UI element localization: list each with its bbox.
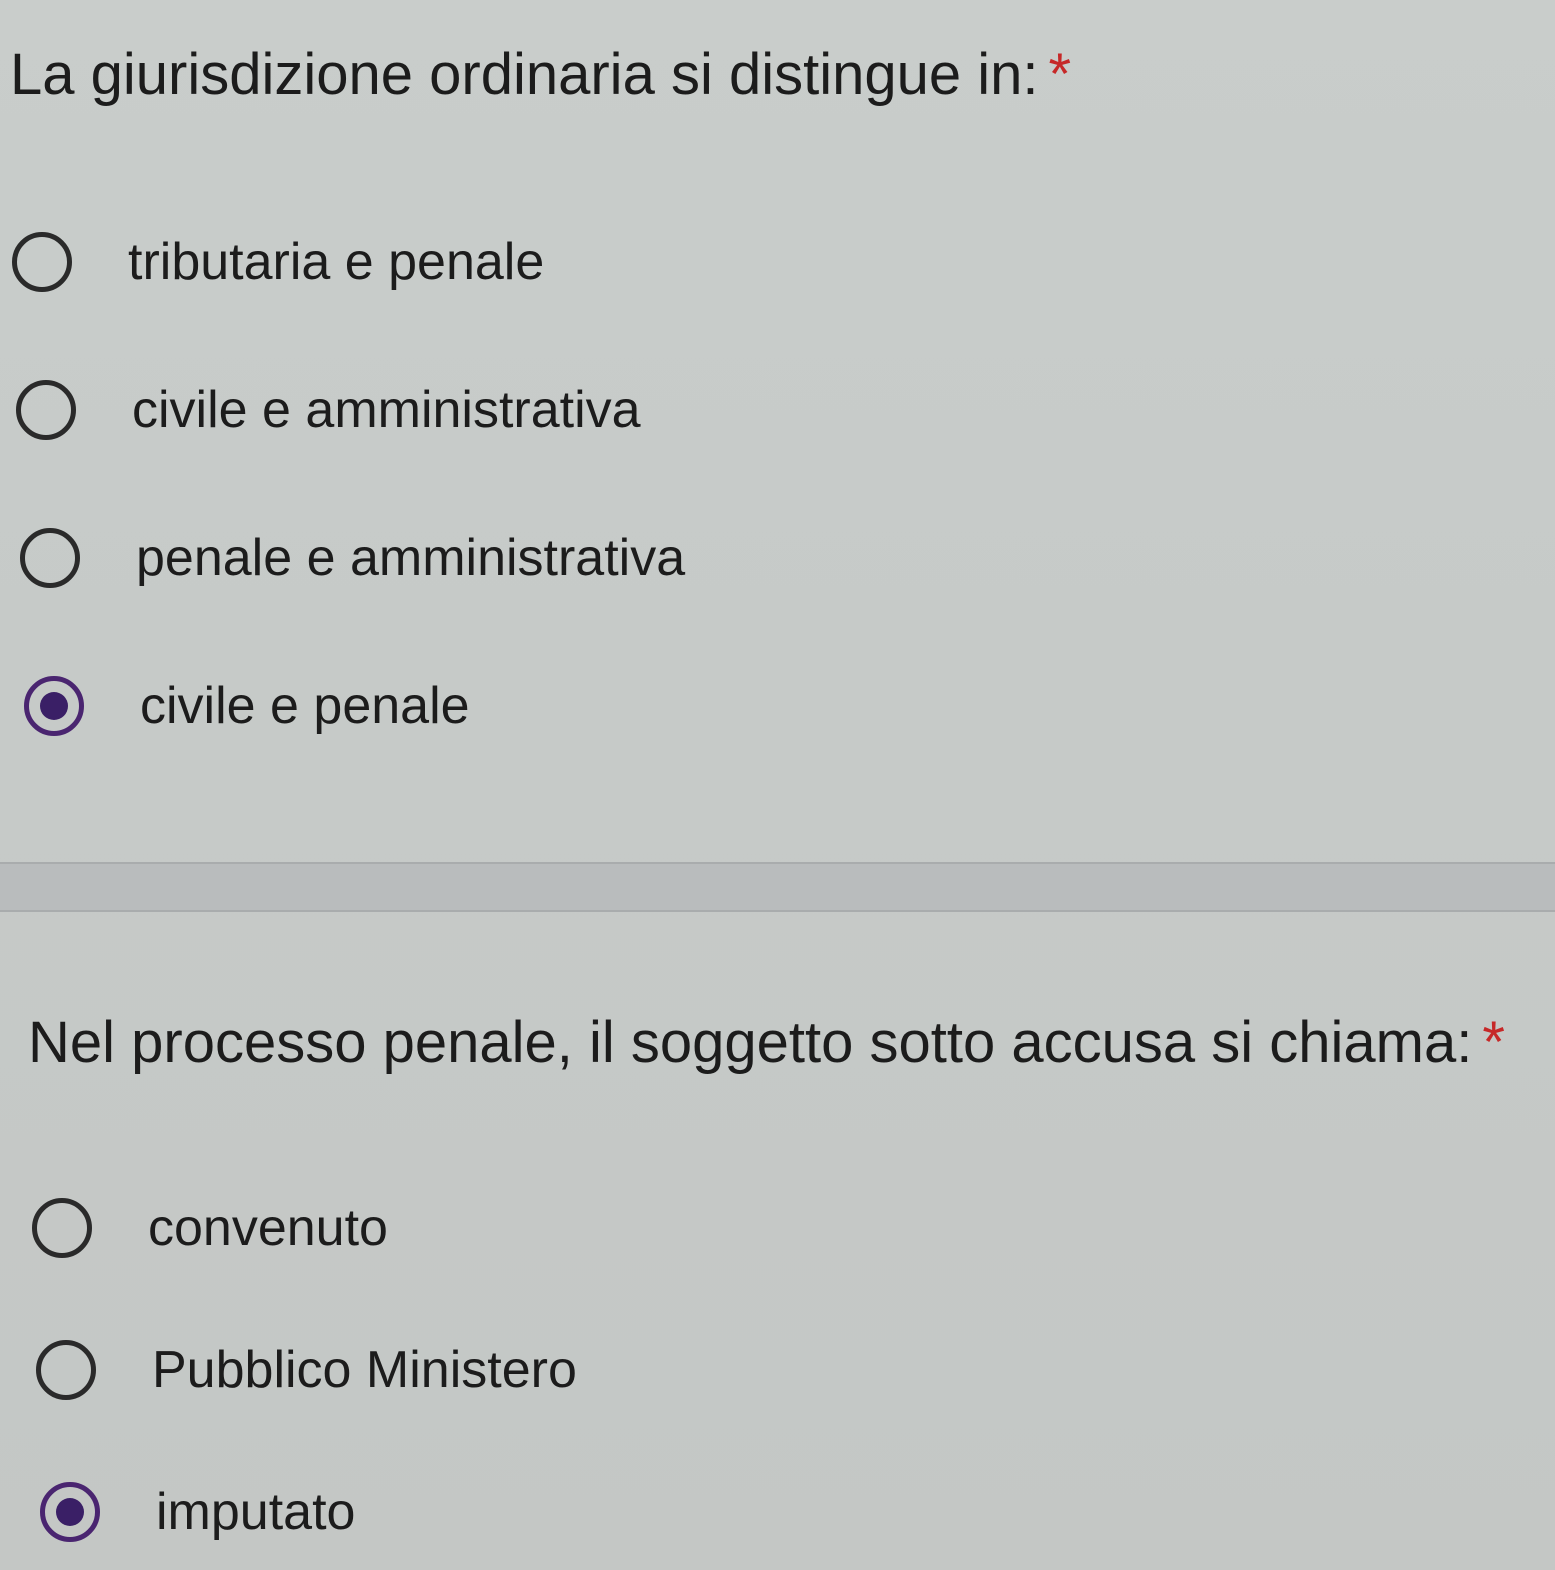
option-civile-e-amministrativa[interactable]: civile e amministrativa [16,370,641,450]
question-title-text: La giurisdizione ordinaria si distingue … [10,42,1039,107]
option-civile-e-penale[interactable]: civile e penale [24,666,470,746]
option-convenuto[interactable]: convenuto [32,1188,388,1268]
section-divider [0,862,1555,912]
option-label: penale e amministrativa [136,529,686,587]
option-label: civile e penale [140,677,470,735]
option-label: Pubblico Ministero [152,1341,577,1399]
radio-button-selected[interactable] [40,1482,100,1542]
option-label: convenuto [148,1199,388,1257]
question-title-1: La giurisdizione ordinaria si distingue … [10,40,1071,110]
option-pubblico-ministero[interactable]: Pubblico Ministero [36,1330,577,1410]
option-label: tributaria e penale [128,233,545,291]
option-penale-e-amministrativa[interactable]: penale e amministrativa [20,518,685,598]
radio-button[interactable] [16,380,76,440]
question-title-text: Nel processo penale, il soggetto sotto a… [28,1010,1473,1075]
radio-dot [40,692,68,720]
option-tributaria-e-penale[interactable]: tributaria e penale [12,222,544,302]
required-star: * [1048,42,1072,107]
option-label: imputato [156,1483,356,1541]
radio-button[interactable] [20,528,80,588]
radio-button[interactable] [12,232,72,292]
required-star: * [1482,1010,1505,1075]
option-imputato[interactable]: imputato [40,1472,355,1552]
radio-button-selected[interactable] [24,676,84,736]
radio-button[interactable] [36,1340,96,1400]
question-title-2: Nel processo penale, il soggetto sotto a… [28,1008,1505,1078]
option-label: civile e amministrativa [132,381,641,439]
radio-dot [56,1498,84,1526]
radio-button[interactable] [32,1198,92,1258]
